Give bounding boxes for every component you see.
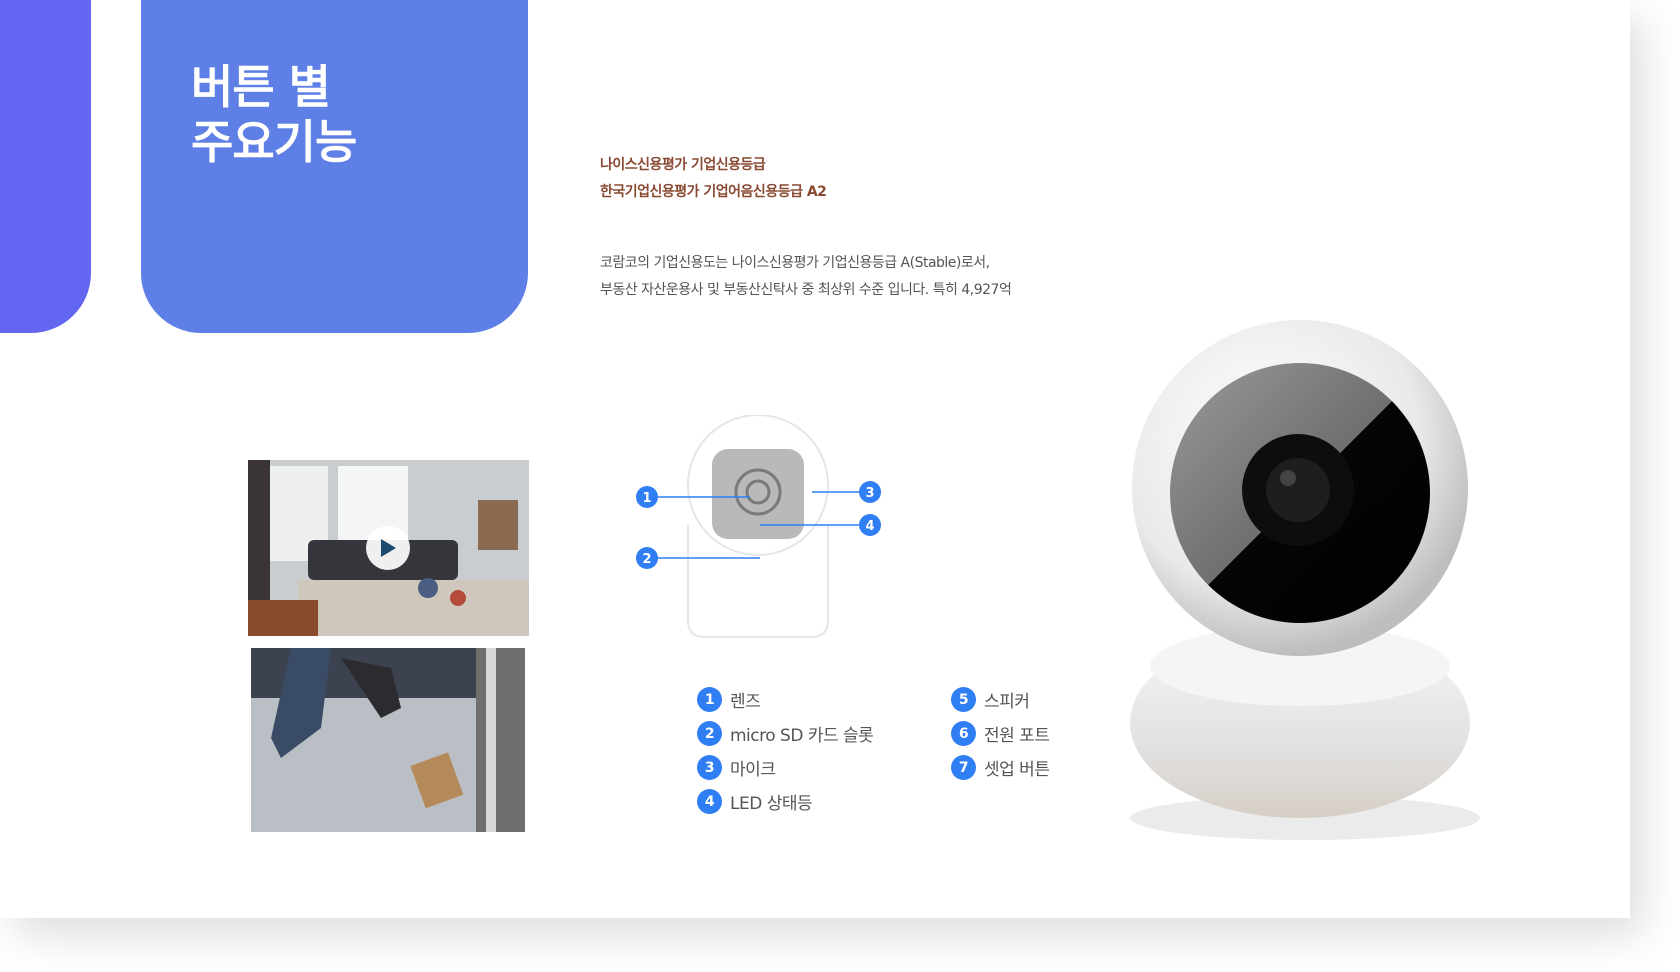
accent-bar (0, 0, 91, 333)
description-line-2: 부동산 자산운용사 및 부동산신탁사 중 최상위 수준 입니다. 특히 4,92… (600, 282, 1012, 298)
diagram-marker-label: 3 (865, 486, 874, 501)
legend-item-lens: 1 렌즈 (697, 687, 761, 712)
video-thumbnail-living-room[interactable] (248, 460, 529, 636)
legend-label: micro SD 카드 슬롯 (730, 726, 874, 746)
legend-label: 마이크 (730, 760, 776, 780)
diagram-marker-label: 2 (642, 552, 651, 567)
legend-number-badge: 7 (951, 755, 976, 780)
diagram-marker-label: 1 (642, 491, 651, 506)
legend-label: 전원 포트 (984, 726, 1050, 746)
legend-label: LED 상태등 (730, 794, 813, 814)
play-button[interactable] (366, 526, 410, 570)
legend-item-sd-slot: 2 micro SD 카드 슬롯 (697, 721, 874, 746)
camera-diagram: 1 2 3 4 (636, 415, 881, 638)
diagram-marker-label: 4 (865, 519, 874, 534)
legend-number-badge: 6 (951, 721, 976, 746)
legend-number-badge: 5 (951, 687, 976, 712)
doorway-photo (251, 648, 525, 832)
slide-title: 버튼 별 주요기능 (191, 60, 357, 170)
camera-product-image (1130, 320, 1480, 840)
photo-thumbnail-doorway[interactable] (251, 648, 525, 832)
legend-label: 스피커 (984, 692, 1030, 712)
legend-item-setup-button: 7 셋업 버튼 (951, 755, 1050, 780)
legend-item-speaker: 5 스피커 (951, 687, 1030, 712)
rating-line-1: 나이스신용평가 기업신용등급 (600, 157, 766, 173)
legend-number-badge: 3 (697, 755, 722, 780)
legend-number-badge: 4 (697, 789, 722, 814)
legend-number-badge: 1 (697, 687, 722, 712)
title-line-1: 버튼 별 (191, 60, 331, 114)
legend-label: 렌즈 (730, 692, 761, 712)
title-line-2: 주요기능 (191, 115, 357, 170)
legend-label: 셋업 버튼 (984, 760, 1050, 780)
title-block: 버튼 별 주요기능 (141, 0, 528, 333)
rating-line-2: 한국기업신용평가 기업어음신용등급 A2 (600, 184, 827, 200)
credit-rating-text: 나이스신용평가 기업신용등급 한국기업신용평가 기업어음신용등급 A2 (600, 152, 827, 206)
legend-number-badge: 2 (697, 721, 722, 746)
slide-card: 버튼 별 주요기능 나이스신용평가 기업신용등급 한국기업신용평가 기업어음신용… (0, 0, 1630, 918)
description-line-1: 코람코의 기업신용도는 나이스신용평가 기업신용등급 A(Stable)로서, (600, 255, 990, 271)
description-text: 코람코의 기업신용도는 나이스신용평가 기업신용등급 A(Stable)로서, … (600, 250, 1160, 304)
legend-item-led: 4 LED 상태등 (697, 789, 813, 814)
legend-item-mic: 3 마이크 (697, 755, 776, 780)
legend-item-power-port: 6 전원 포트 (951, 721, 1050, 746)
play-icon (381, 539, 396, 557)
